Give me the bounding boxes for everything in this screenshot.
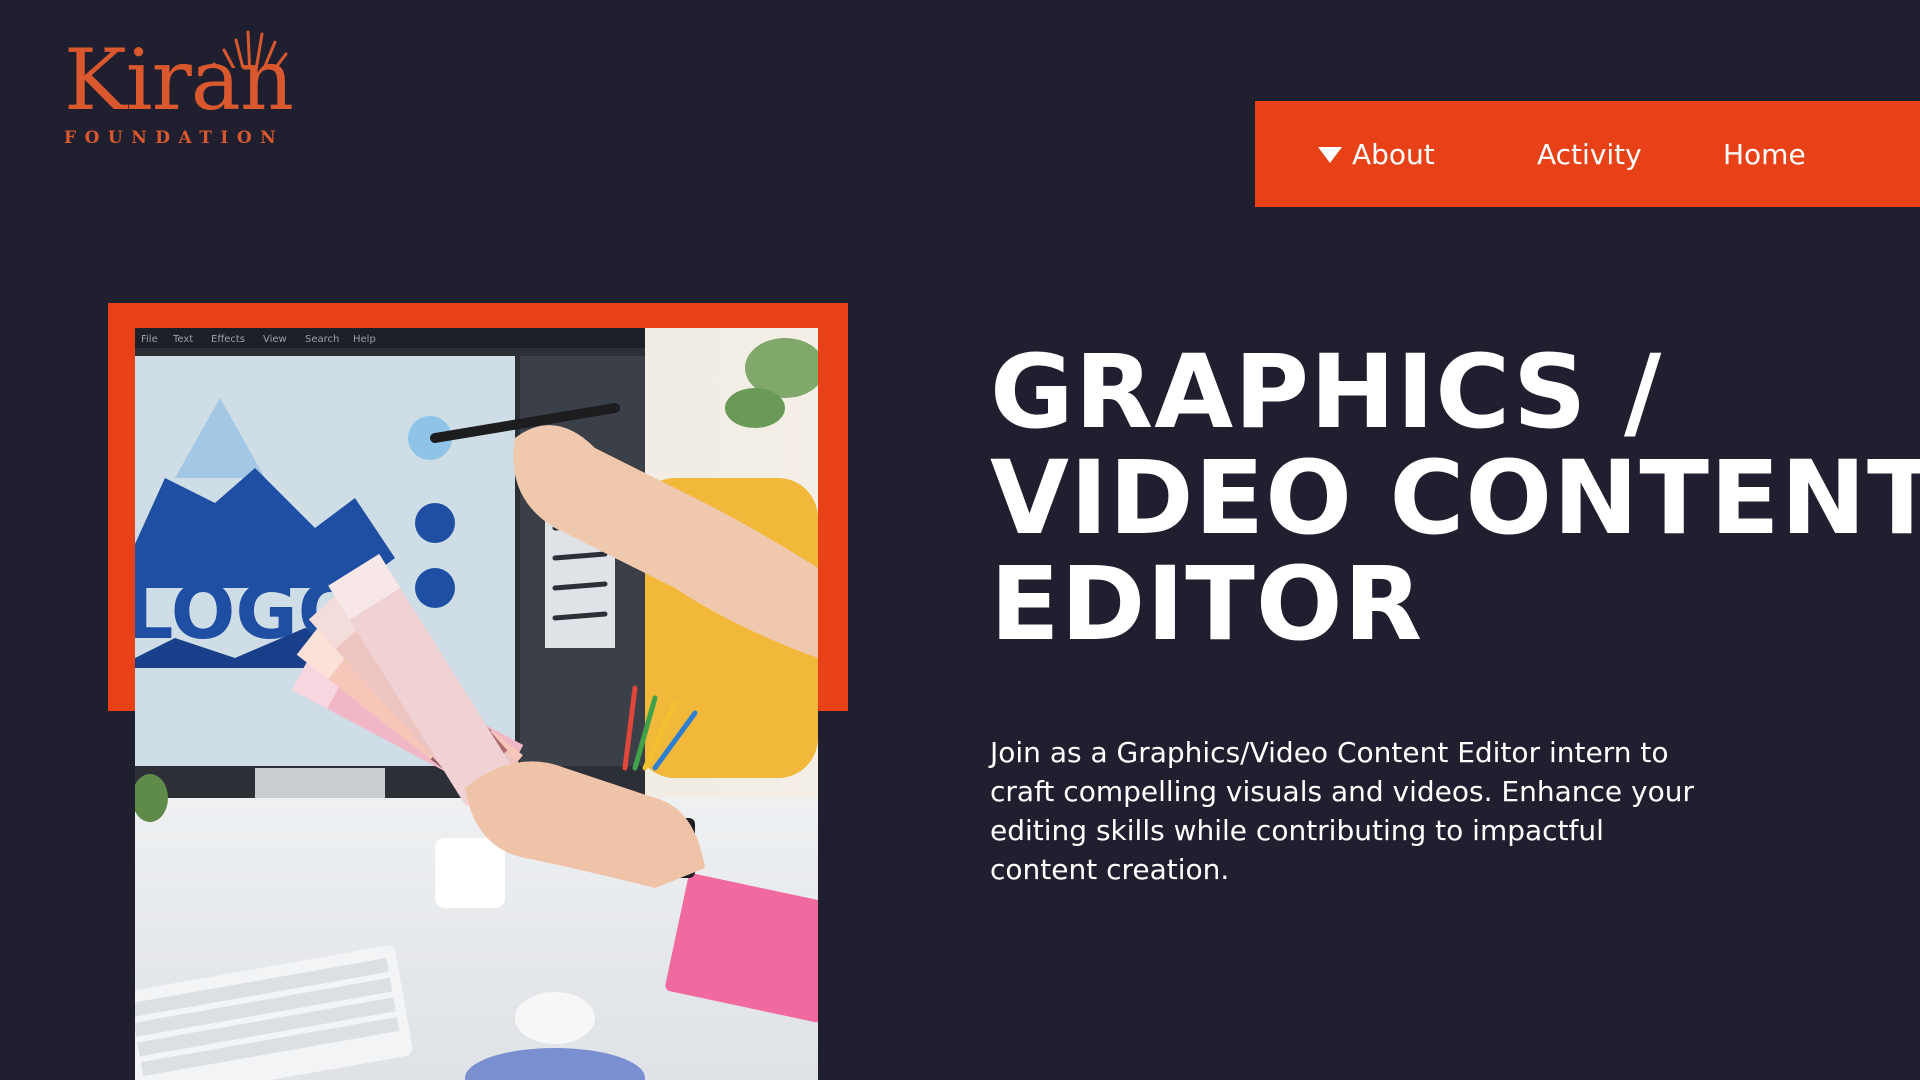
nav-item-activity[interactable]: Activity bbox=[1537, 101, 1642, 207]
brand-logo[interactable]: Kiran FOUNDATION bbox=[64, 24, 306, 154]
nav-item-about-label: About bbox=[1352, 137, 1435, 171]
main-nav: About Activity Home bbox=[1255, 101, 1920, 207]
page-title: GRAPHICS / VIDEO CONTENT EDITOR bbox=[990, 333, 1920, 664]
menu-item: Help bbox=[353, 334, 376, 345]
menu-item: Search bbox=[305, 334, 339, 345]
role-description: Join as a Graphics/Video Content Editor … bbox=[990, 736, 1694, 886]
nav-item-home[interactable]: Home bbox=[1723, 101, 1806, 207]
caret-down-icon bbox=[1318, 147, 1342, 163]
page-title-line: EDITOR bbox=[990, 545, 1424, 664]
menu-item: Effects bbox=[211, 334, 245, 345]
brand-name: Kiran bbox=[64, 31, 294, 129]
menu-item: File bbox=[141, 334, 158, 345]
nav-item-home-label: Home bbox=[1723, 137, 1806, 171]
hero-photo: File Text Effects View Search Help LOGO bbox=[135, 328, 818, 1080]
menu-item: View bbox=[263, 334, 287, 345]
designer-desk-illustration: File Text Effects View Search Help LOGO bbox=[135, 328, 818, 1080]
brand-tagline: FOUNDATION bbox=[64, 128, 285, 148]
menu-item: Text bbox=[172, 334, 193, 345]
nav-item-about[interactable]: About bbox=[1318, 101, 1435, 207]
nav-item-activity-label: Activity bbox=[1537, 137, 1642, 171]
page-title-line: VIDEO CONTENT bbox=[990, 439, 1920, 558]
page-title-line: GRAPHICS / bbox=[990, 333, 1663, 452]
